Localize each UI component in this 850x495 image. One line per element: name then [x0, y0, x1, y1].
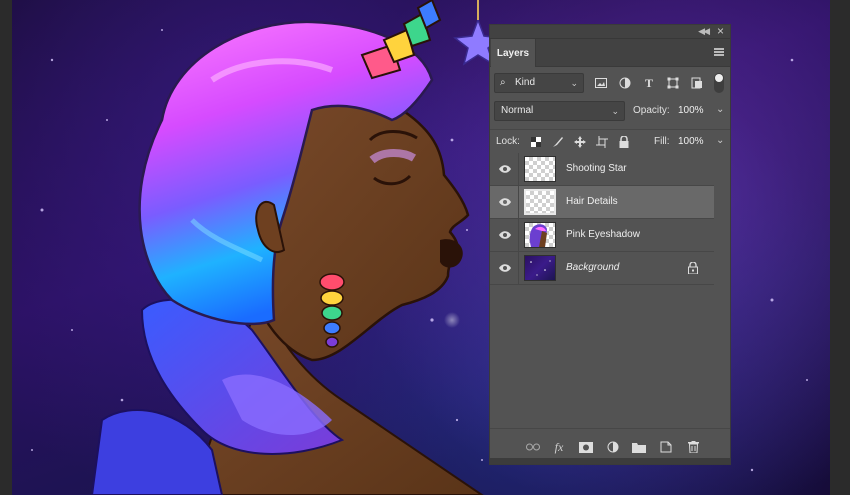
filter-shape-icon[interactable]: [665, 73, 681, 93]
delete-layer-icon[interactable]: [685, 440, 701, 454]
layer-thumbnail: [524, 255, 556, 281]
layer-row-pink-eyeshadow[interactable]: Pink Eyeshadow: [490, 219, 714, 252]
lock-row: Lock: Fill: 100% ⌄: [490, 129, 730, 149]
fill-value[interactable]: 100%: [678, 136, 704, 147]
filter-smart-object-icon[interactable]: [689, 73, 705, 93]
opacity-value[interactable]: 100%: [678, 105, 704, 116]
layer-row-hair-details[interactable]: Hair Details: [490, 186, 714, 219]
close-icon[interactable]: ×: [717, 24, 724, 38]
lock-position-icon[interactable]: [572, 132, 588, 152]
lock-all-icon[interactable]: [616, 132, 632, 152]
new-group-icon[interactable]: [631, 440, 647, 454]
panel-bottom-strip: [490, 458, 730, 464]
layer-thumbnail: [524, 189, 556, 215]
panel-tabbar: Layers: [490, 39, 730, 67]
layers-panel: ◀◀ × Layers ⌕ Kind ⌄ T Normal ⌄ Opacity:…: [489, 24, 731, 465]
eye-icon[interactable]: [498, 263, 512, 273]
eye-icon[interactable]: [498, 230, 512, 240]
filter-pixel-icon[interactable]: [593, 73, 609, 93]
divider: [518, 252, 519, 285]
layer-name[interactable]: Background: [566, 262, 619, 273]
divider: [518, 153, 519, 186]
layers-bottom-toolbar: fx: [490, 428, 730, 464]
blend-row: Normal ⌄ Opacity: 100% ⌄: [490, 101, 730, 121]
layer-row-shooting-star[interactable]: Shooting Star: [490, 153, 714, 186]
chevron-down-icon[interactable]: ⌄: [716, 135, 724, 146]
blend-mode-value: Normal: [501, 105, 534, 116]
new-layer-icon[interactable]: [658, 440, 674, 454]
layer-row-background[interactable]: Background: [490, 252, 714, 285]
divider: [518, 186, 519, 219]
filter-type-icon[interactable]: T: [641, 73, 657, 93]
layers-scrollbar[interactable]: [715, 153, 730, 425]
lock-image-pixels-icon[interactable]: [550, 132, 566, 152]
filter-adjustment-icon[interactable]: [617, 73, 633, 93]
chevron-down-icon[interactable]: ⌄: [716, 104, 724, 115]
blend-mode-select[interactable]: Normal ⌄: [494, 101, 625, 121]
lock-transparent-pixels-icon[interactable]: [528, 132, 544, 152]
eye-icon[interactable]: [498, 164, 512, 174]
link-layers-icon[interactable]: [525, 440, 541, 454]
lock-icon: [688, 262, 698, 274]
layer-name[interactable]: Shooting Star: [566, 163, 627, 174]
opacity-label: Opacity:: [633, 105, 670, 116]
layer-name[interactable]: Hair Details: [566, 196, 618, 207]
eye-icon[interactable]: [498, 197, 512, 207]
filter-toggle[interactable]: [714, 73, 724, 93]
fill-label: Fill:: [654, 136, 670, 147]
tab-layers[interactable]: Layers: [491, 39, 536, 67]
lock-label: Lock:: [496, 136, 520, 147]
layer-thumbnail: [524, 156, 556, 182]
fx-icon[interactable]: fx: [551, 440, 567, 454]
layer-name[interactable]: Pink Eyeshadow: [566, 229, 640, 240]
chevron-down-icon: ⌄: [611, 106, 619, 116]
adjustment-layer-icon[interactable]: [605, 440, 621, 454]
collapse-panel-icon[interactable]: ◀◀: [698, 26, 710, 37]
divider: [518, 219, 519, 252]
filter-kind-label: Kind: [515, 77, 536, 88]
lock-artboard-icon[interactable]: [594, 132, 610, 152]
add-mask-icon[interactable]: [578, 440, 594, 454]
filter-kind-select[interactable]: ⌕ Kind ⌄: [494, 73, 584, 93]
layer-thumbnail: [524, 222, 556, 248]
chevron-down-icon: ⌄: [570, 78, 578, 88]
search-icon: ⌕: [500, 77, 506, 88]
panel-menu-icon[interactable]: [714, 48, 724, 56]
panel-titlebar[interactable]: ◀◀ ×: [490, 24, 730, 39]
filter-row: ⌕ Kind ⌄ T: [490, 73, 730, 93]
